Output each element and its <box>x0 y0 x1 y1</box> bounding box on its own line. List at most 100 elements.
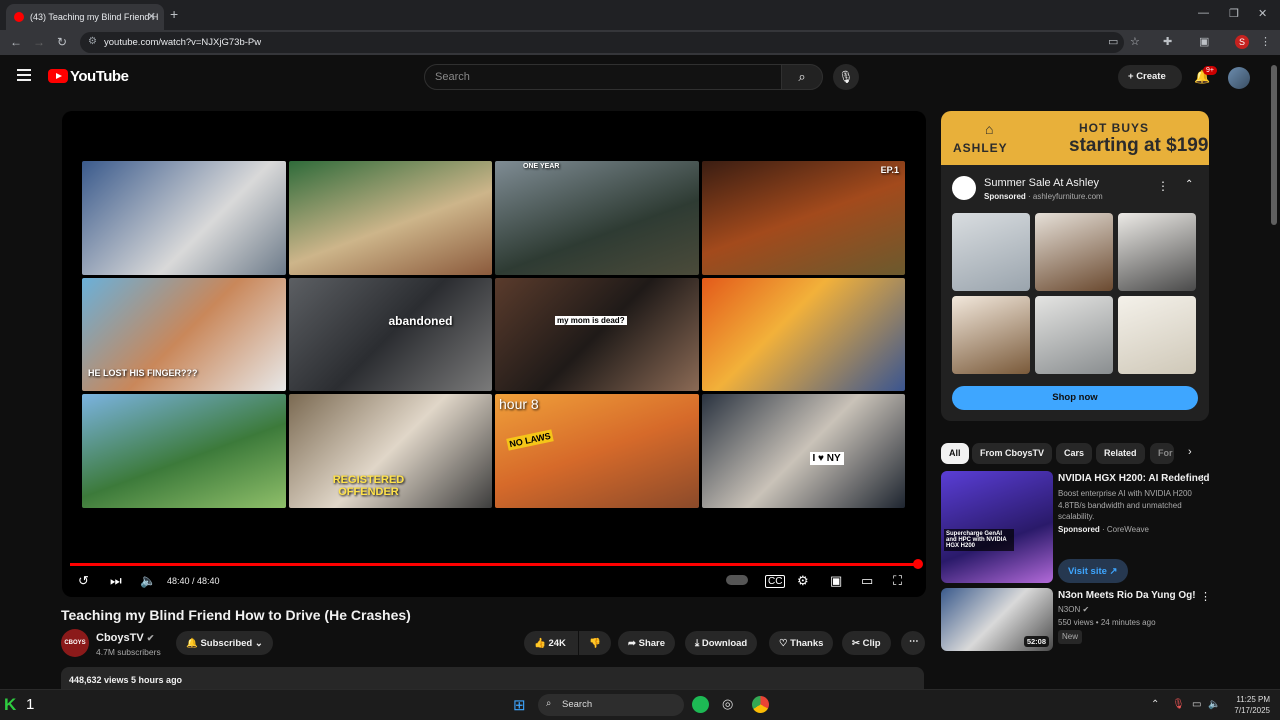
extensions-icon[interactable]: ✚ <box>1163 35 1172 48</box>
site-info-icon[interactable]: ⚙ <box>88 36 97 47</box>
fullscreen-icon[interactable]: ⛶ <box>893 573 902 589</box>
system-clock[interactable]: 11:25 PM 7/17/2025 <box>1220 694 1270 716</box>
clip-button[interactable]: ✂ Clip <box>842 631 891 655</box>
chip-cars[interactable]: Cars <box>1056 443 1093 464</box>
ad-product-image[interactable] <box>1118 296 1196 374</box>
microphone-icon[interactable]: 🎙 <box>1172 699 1185 710</box>
chevron-right-icon[interactable]: › <box>1188 446 1192 458</box>
rec-thumbnail[interactable]: 52:08 <box>941 588 1053 651</box>
shop-now-button[interactable]: Shop now <box>952 386 1198 410</box>
sponsored-ad-card[interactable]: ⌂ ASHLEY HOT BUYS starting at $199 Summe… <box>941 111 1209 421</box>
thumb-6[interactable]: abandoned <box>288 277 492 392</box>
app-icon[interactable]: ◎ <box>722 696 733 712</box>
like-button[interactable]: 👍 24K <box>524 631 578 655</box>
youtube-wordmark[interactable]: YouTube <box>70 68 129 85</box>
menu-kebab-icon[interactable]: ⋮ <box>1260 35 1271 48</box>
thumb-10[interactable]: REGISTERED OFFENDER <box>288 394 492 508</box>
volume-icon[interactable]: 🔈 <box>140 573 156 589</box>
channel-name[interactable]: CboysTV ✔ <box>96 632 154 644</box>
thumb-5[interactable]: HE LOST HIS FINGER??? <box>82 277 286 392</box>
thumb-3[interactable]: ONE YEAR <box>495 161 699 275</box>
chip-related[interactable]: Related <box>1096 443 1145 464</box>
tray-overflow-icon[interactable]: ⌃ <box>1151 699 1159 710</box>
thumb-8[interactable] <box>701 277 905 392</box>
search-button[interactable]: ⌕ <box>781 64 823 90</box>
channel-avatar[interactable]: CBOYS <box>61 629 89 657</box>
chip-from-channel[interactable]: From CboysTV <box>972 443 1053 464</box>
video-player[interactable]: ONE YEAR EP.1 HE LOST HIS FINGER??? aban… <box>62 111 926 597</box>
thumb-2[interactable] <box>288 161 492 275</box>
ad-product-image[interactable] <box>1118 213 1196 291</box>
chrome-icon[interactable] <box>752 696 769 713</box>
replay-icon[interactable]: ↺ <box>78 573 89 589</box>
ad-product-image[interactable] <box>952 296 1030 374</box>
scrubber-handle[interactable] <box>913 559 923 569</box>
chip-for-you[interactable]: For <box>1150 443 1174 464</box>
back-icon[interactable]: ← <box>10 35 22 49</box>
install-app-icon[interactable]: ▭ <box>1108 35 1118 48</box>
minimize-icon[interactable]: — <box>1198 7 1209 19</box>
close-window-icon[interactable]: ✕ <box>1258 7 1267 20</box>
download-button[interactable]: ⤓ Download <box>685 631 758 655</box>
more-actions-button[interactable]: ⋯ <box>901 631 925 655</box>
visit-site-button[interactable]: Visit site ↗ <box>1058 559 1128 583</box>
kick-app-icon[interactable]: K <box>4 695 16 715</box>
ad-banner[interactable]: ⌂ ASHLEY HOT BUYS starting at $199 <box>941 111 1209 165</box>
miniplayer-icon[interactable]: ▣ <box>830 573 842 589</box>
forward-icon[interactable]: → <box>33 35 45 49</box>
search-input[interactable]: Search <box>424 64 782 90</box>
dislike-button[interactable]: 👎 <box>579 631 611 655</box>
verified-check-icon: ✔ <box>1082 605 1090 614</box>
thumb-12[interactable]: I ♥ NY <box>701 394 905 508</box>
thumb-11[interactable]: hour 8 NO LAWS <box>495 394 699 508</box>
side-panel-icon[interactable]: ▣ <box>1199 35 1209 48</box>
rec-more-icon[interactable]: ⋮ <box>1200 590 1211 603</box>
youtube-logo-icon[interactable] <box>48 69 68 83</box>
chevron-up-icon[interactable]: ⌃ <box>1185 179 1193 190</box>
account-avatar[interactable] <box>1228 67 1250 89</box>
autoplay-toggle[interactable] <box>726 575 748 585</box>
next-icon[interactable]: ⏭ <box>110 573 122 589</box>
bookmark-star-icon[interactable]: ☆ <box>1130 35 1140 48</box>
thumb-1[interactable] <box>82 161 286 275</box>
restore-icon[interactable]: ❐ <box>1229 7 1239 20</box>
browser-tab[interactable]: (43) Teaching my Blind Friend H ✕ <box>6 4 164 30</box>
create-button[interactable]: + Create <box>1118 65 1182 89</box>
voice-search-button[interactable]: 🎙 <box>833 64 859 90</box>
profile-avatar[interactable]: S <box>1235 35 1249 49</box>
ad-title[interactable]: Summer Sale At Ashley <box>984 177 1099 189</box>
rec-title[interactable]: N3on Meets Rio Da Yung Og! <box>1058 590 1196 601</box>
ad-product-image[interactable] <box>952 213 1030 291</box>
theater-mode-icon[interactable]: ▭ <box>861 573 873 589</box>
youtube-header: YouTube Search ⌕ 🎙 + Create 🔔 9+ <box>0 55 1268 99</box>
thumb-9[interactable] <box>82 394 286 508</box>
network-icon[interactable]: ▭ <box>1192 699 1201 710</box>
ad-brand-logo: ASHLEY <box>953 141 1008 155</box>
ad-product-image[interactable] <box>1035 296 1113 374</box>
volume-icon[interactable]: 🔈 <box>1208 699 1220 710</box>
ad-more-icon[interactable]: ⋮ <box>1157 179 1169 193</box>
hamburger-menu-icon[interactable] <box>17 69 31 81</box>
thumb-7[interactable]: my mom is dead? <box>495 277 699 392</box>
new-tab-icon[interactable]: + <box>170 6 178 22</box>
thanks-button[interactable]: ♡ Thanks <box>769 631 834 655</box>
chip-all[interactable]: All <box>941 443 969 464</box>
share-button[interactable]: ➦ Share <box>618 631 676 655</box>
rec-thumbnail[interactable]: Supercharge GenAI and HPC with NVIDIA HG… <box>941 471 1053 583</box>
thumb-4[interactable]: EP.1 <box>701 161 905 275</box>
captions-icon[interactable]: CC <box>765 575 786 588</box>
rec-more-icon[interactable]: ⋮ <box>1197 473 1208 486</box>
page-scrollbar[interactable] <box>1268 55 1280 689</box>
progress-bar[interactable] <box>70 559 923 569</box>
taskbar-search[interactable]: ⌕ Search <box>538 694 684 716</box>
close-tab-icon[interactable]: ✕ <box>147 10 156 23</box>
settings-gear-icon[interactable]: ⚙ <box>797 573 809 589</box>
reload-icon[interactable]: ↻ <box>57 35 67 49</box>
rec-title[interactable]: NVIDIA HGX H200: AI Redefined <box>1058 473 1210 484</box>
scrollbar-thumb[interactable] <box>1271 65 1277 225</box>
ad-product-image[interactable] <box>1035 213 1113 291</box>
windows-start-icon[interactable]: ⊞ <box>513 696 526 714</box>
subscribed-button[interactable]: 🔔 Subscribed ⌄ <box>176 631 273 655</box>
address-bar[interactable]: ⚙ youtube.com/watch?v=NJXjG73b-Pw <box>80 32 1124 53</box>
spotify-icon[interactable] <box>692 696 709 713</box>
